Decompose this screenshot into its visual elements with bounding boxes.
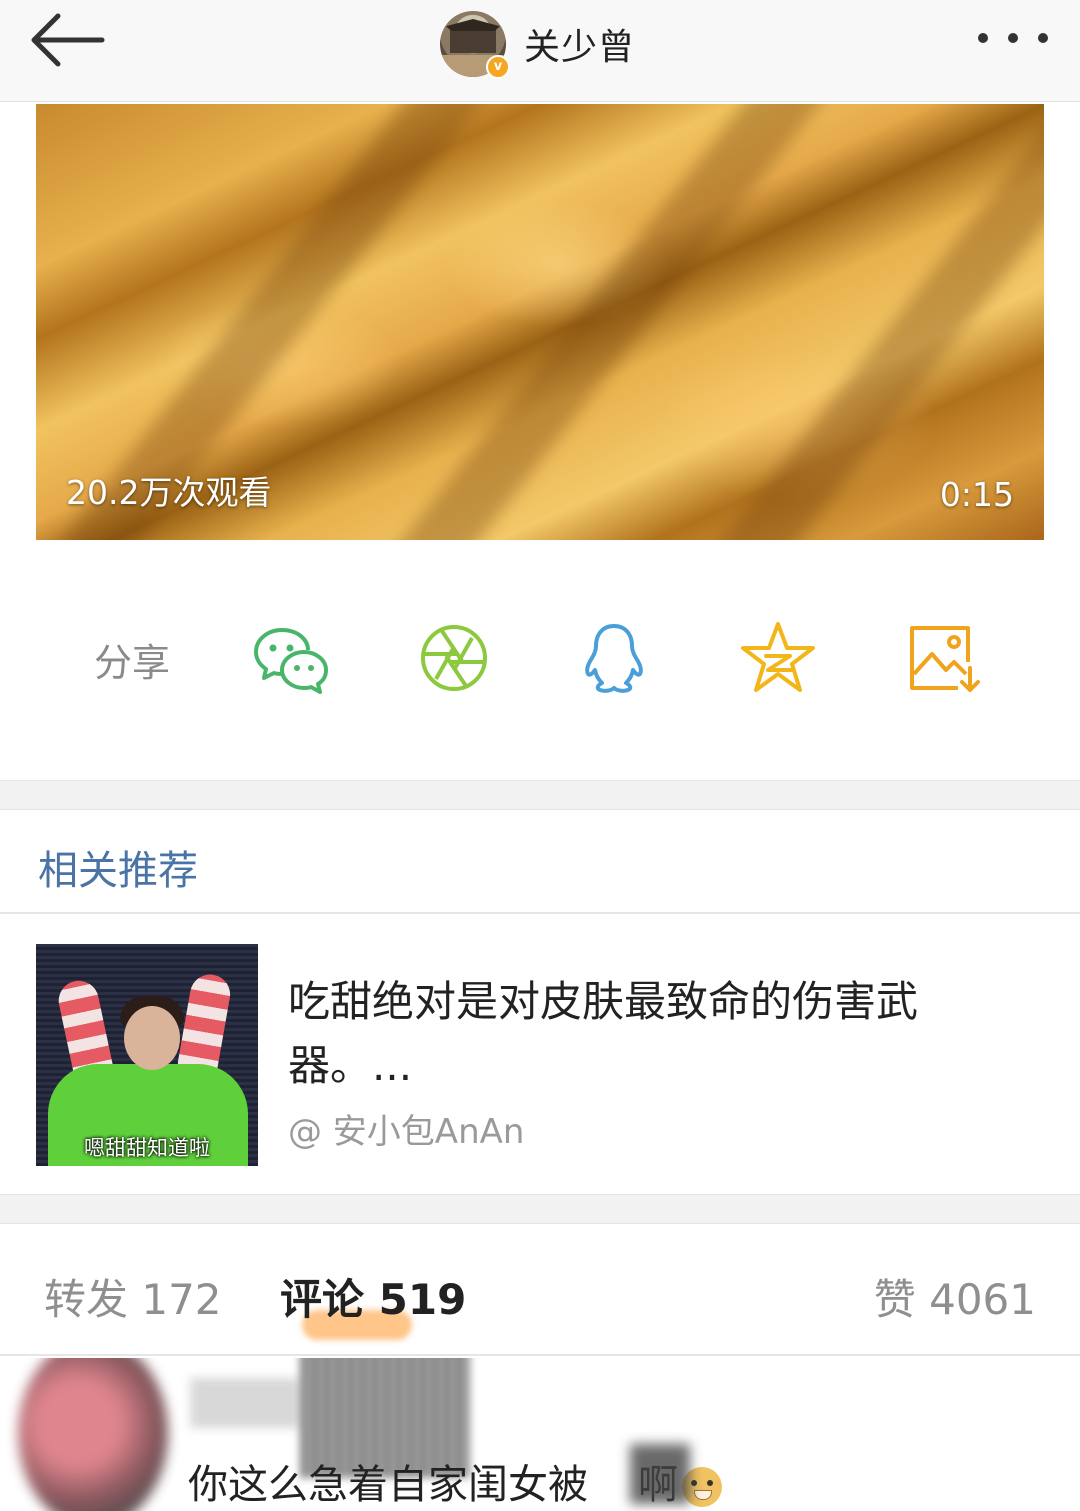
save-image-button[interactable] — [902, 618, 982, 698]
share-qq-button[interactable] — [574, 618, 654, 698]
commenter-avatar[interactable] — [18, 1358, 168, 1511]
comment-item[interactable]: 你这么急着自家闺女被啊 — [0, 1358, 1080, 1511]
moments-icon — [421, 625, 487, 691]
section-divider — [0, 1194, 1080, 1224]
share-row: 分享 — [0, 600, 1080, 710]
tab-likes[interactable]: 赞 4061 — [874, 1266, 1036, 1327]
commenter-name[interactable] — [190, 1378, 300, 1428]
share-label: 分享 — [94, 641, 171, 685]
share-wechat-button[interactable] — [252, 618, 332, 698]
more-dots-icon — [978, 33, 988, 43]
back-button[interactable] — [28, 10, 108, 70]
verified-badge-icon: v — [486, 55, 510, 79]
wechat-icon — [254, 628, 328, 694]
video-player[interactable]: 20.2万次观看 0:15 — [36, 104, 1044, 540]
tab-comments[interactable]: 评论 519 — [280, 1266, 466, 1327]
view-count: 20.2万次观看 — [66, 473, 272, 512]
top-bar: v 关少曾 — [0, 0, 1080, 102]
username[interactable]: 关少曾 — [524, 18, 635, 70]
thumbnail-caption: 嗯甜甜知道啦 — [84, 1136, 210, 1160]
interaction-tabs: 转发 172 评论 519 赞 4061 — [0, 1224, 1080, 1356]
share-moments-button[interactable] — [414, 618, 494, 698]
avatar[interactable]: v — [440, 11, 510, 79]
qzone-icon — [741, 622, 815, 692]
recommend-thumbnail[interactable]: 嗯甜甜知道啦 — [36, 944, 258, 1166]
redaction-blot — [630, 1444, 690, 1504]
user-header[interactable]: v 关少曾 — [440, 11, 635, 79]
recommend-text[interactable]: 吃甜绝对是对皮肤最致命的伤害武器。... — [288, 970, 1028, 1098]
qq-icon — [585, 624, 643, 693]
video-duration: 0:15 — [939, 475, 1014, 514]
divider — [0, 912, 1080, 914]
save-image-icon — [910, 626, 980, 692]
more-button[interactable] — [978, 28, 1048, 48]
recommend-title: 相关推荐 — [38, 848, 198, 894]
tab-repost[interactable]: 转发 172 — [44, 1266, 222, 1327]
recommend-author[interactable]: @ 安小包AnAn — [288, 1104, 524, 1153]
recommend-item[interactable]: 嗯甜甜知道啦 吃甜绝对是对皮肤最致命的伤害武器。... @ 安小包AnAn — [0, 944, 1080, 1166]
arrow-left-icon — [31, 13, 105, 67]
share-qzone-button[interactable] — [738, 618, 818, 698]
section-divider — [0, 780, 1080, 810]
